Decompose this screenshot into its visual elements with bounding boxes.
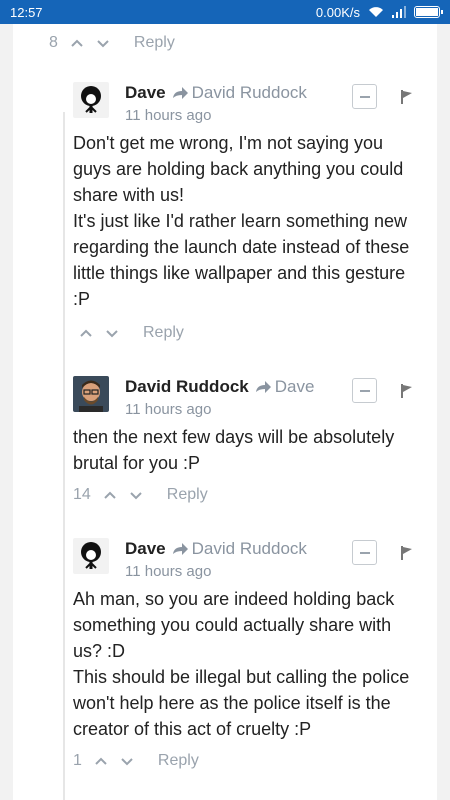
reply-arrow-icon — [255, 381, 271, 393]
reply-to-name[interactable]: David Ruddock — [192, 538, 307, 560]
network-speed: 0.00K/s — [315, 4, 360, 20]
status-time: 12:57 — [10, 4, 43, 20]
chevron-up-icon[interactable] — [94, 754, 108, 768]
collapse-icon — [359, 95, 370, 98]
reply-to-name[interactable]: Dave — [275, 376, 315, 398]
reply-button[interactable]: Reply — [143, 324, 184, 342]
comment-line: It's just like I'd rather learn somethin… — [73, 211, 408, 231]
reply-arrow-icon — [172, 543, 188, 555]
comment-line: share with us! — [73, 185, 185, 205]
author-name[interactable]: Dave — [125, 82, 166, 104]
reply-button[interactable]: Reply — [158, 752, 199, 770]
battery-icon — [414, 6, 443, 18]
chevron-up-icon[interactable] — [103, 488, 117, 502]
chevron-down-icon[interactable] — [120, 754, 134, 768]
comment-meta: Dave David Ruddock 11 hours ago — [125, 82, 307, 124]
collapse-icon — [359, 551, 370, 554]
chevron-up-icon[interactable] — [70, 36, 84, 50]
reply-arrow-icon — [172, 87, 188, 99]
timestamp[interactable]: 11 hours ago — [125, 563, 307, 580]
comment-meta: David Ruddock Dave 11 hours ago — [125, 376, 314, 418]
comment-line: little things like wallpaper and this ge… — [73, 263, 406, 283]
comment-line: regarding the launch date instead of the… — [73, 237, 410, 257]
comment-meta: Dave David Ruddock 11 hours ago — [125, 538, 307, 580]
comment-body: then the next few days will be absolutel… — [73, 424, 411, 476]
comment-line: brutal for you :P — [73, 453, 201, 473]
top-comment-actions: 8 Reply — [49, 34, 175, 52]
comment-line: creator of this act of cruelty :P — [73, 719, 312, 739]
avatar — [73, 376, 109, 412]
reply-button[interactable]: Reply — [167, 486, 208, 504]
chevron-down-icon[interactable] — [105, 326, 119, 340]
status-bar: 12:57 0.00K/s — [0, 0, 450, 24]
comment-body: Don't get me wrong, I'm not saying you g… — [73, 130, 411, 312]
battery-level — [416, 8, 438, 16]
timestamp[interactable]: 11 hours ago — [125, 401, 314, 418]
signal-icon — [392, 6, 406, 18]
chevron-down-icon[interactable] — [96, 36, 110, 50]
comment-body: Ah man, so you are indeed holding back s… — [73, 586, 411, 742]
flag-icon[interactable] — [401, 384, 413, 398]
comment-actions: 14 Reply — [73, 486, 208, 504]
comment-line: :P — [73, 289, 91, 309]
comment-actions: Reply — [73, 324, 184, 342]
chevron-down-icon[interactable] — [129, 488, 143, 502]
comment-line: This should be illegal but calling the p… — [73, 667, 410, 687]
comment-line: guys are holding back anything you could — [73, 159, 404, 179]
comment-actions: 1 Reply — [73, 752, 199, 770]
comment-line: something you could actually share with — [73, 615, 392, 635]
chevron-up-icon[interactable] — [79, 326, 93, 340]
collapse-button[interactable] — [352, 540, 377, 565]
reply-to-name[interactable]: David Ruddock — [192, 82, 307, 104]
comment-line: Don't get me wrong, I'm not saying you — [73, 133, 384, 153]
comment-line: won't help here as the police itself is … — [73, 693, 391, 713]
author-name[interactable]: Dave — [125, 538, 166, 560]
collapse-icon — [359, 389, 370, 392]
status-indicators: 0.00K/s — [315, 4, 443, 20]
thread-line — [63, 112, 65, 800]
comment-thread-card: 8 Reply Dave David Ruddock 11 hours ago … — [13, 24, 437, 800]
comment-line: then the next few days will be absolutel… — [73, 427, 395, 447]
collapse-button[interactable] — [352, 378, 377, 403]
flag-icon[interactable] — [401, 90, 413, 104]
author-name[interactable]: David Ruddock — [125, 376, 249, 398]
reply-button[interactable]: Reply — [134, 34, 175, 52]
avatar — [73, 82, 109, 118]
vote-count: 14 — [73, 486, 91, 503]
comment-line: us? :D — [73, 641, 126, 661]
wifi-icon — [369, 7, 383, 17]
comment-line: Ah man, so you are indeed holding back — [73, 589, 395, 609]
avatar — [73, 538, 109, 574]
timestamp[interactable]: 11 hours ago — [125, 107, 307, 124]
collapse-button[interactable] — [352, 84, 377, 109]
vote-count: 8 — [49, 34, 58, 51]
flag-icon[interactable] — [401, 546, 413, 560]
vote-count: 1 — [73, 752, 82, 769]
